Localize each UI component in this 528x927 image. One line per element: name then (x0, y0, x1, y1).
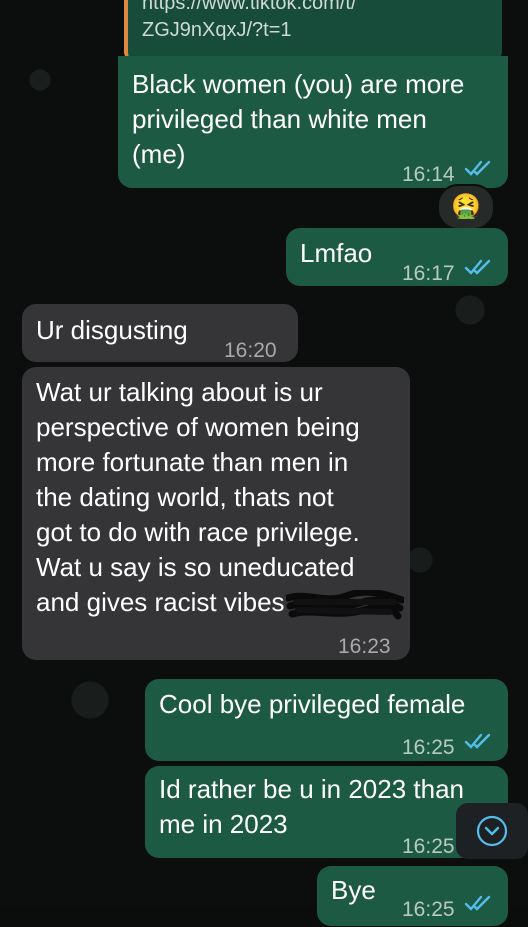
outgoing-message[interactable]: Cool bye privileged female 16:25 (145, 679, 508, 761)
double-check-icon (464, 895, 491, 911)
nauseated-face-icon: 🤮 (451, 193, 481, 220)
reaction-badge[interactable]: 🤮 (437, 184, 495, 230)
message-text: Ur disgusting (36, 315, 188, 345)
message-text: Bye (331, 875, 376, 905)
message-time: 16:23 (338, 635, 391, 658)
message-text: Cool bye privileged female (159, 689, 466, 719)
double-check-icon (464, 160, 491, 176)
message-time: 16:20 (224, 339, 277, 362)
scroll-to-bottom-button[interactable] (456, 803, 528, 859)
double-check-icon (464, 259, 491, 275)
incoming-message[interactable]: Ur disgusting 16:20 (22, 304, 298, 362)
outgoing-message[interactable]: Bye 16:25 (317, 866, 508, 926)
message-text: Lmfao (300, 238, 373, 268)
outgoing-message[interactable]: Id rather be u in 2023 than me in 2023 1… (145, 766, 508, 858)
outgoing-message[interactable]: Black women (you) are more privileged th… (118, 56, 508, 188)
quoted-link-line-1: https://www.tiktok.com/t/ (142, 0, 357, 14)
message-text: Wat ur talking about is ur perspective o… (36, 377, 360, 617)
chevron-down-icon (476, 815, 508, 847)
message-time: 16:25 (402, 898, 455, 921)
outgoing-message[interactable]: Lmfao 16:17 (286, 228, 508, 286)
message-time: 16:25 (402, 736, 455, 759)
quoted-link-line-2: ZGJ9nXqxJ/?t=1 (142, 19, 292, 41)
quoted-link-preview[interactable]: https://www.tiktok.com/t/ ZGJ9nXqxJ/?t=1 (124, 0, 502, 60)
redaction-scribble (286, 590, 404, 620)
message-time: 16:25 (402, 835, 455, 858)
double-check-icon (464, 733, 491, 749)
message-time: 16:17 (402, 262, 455, 285)
